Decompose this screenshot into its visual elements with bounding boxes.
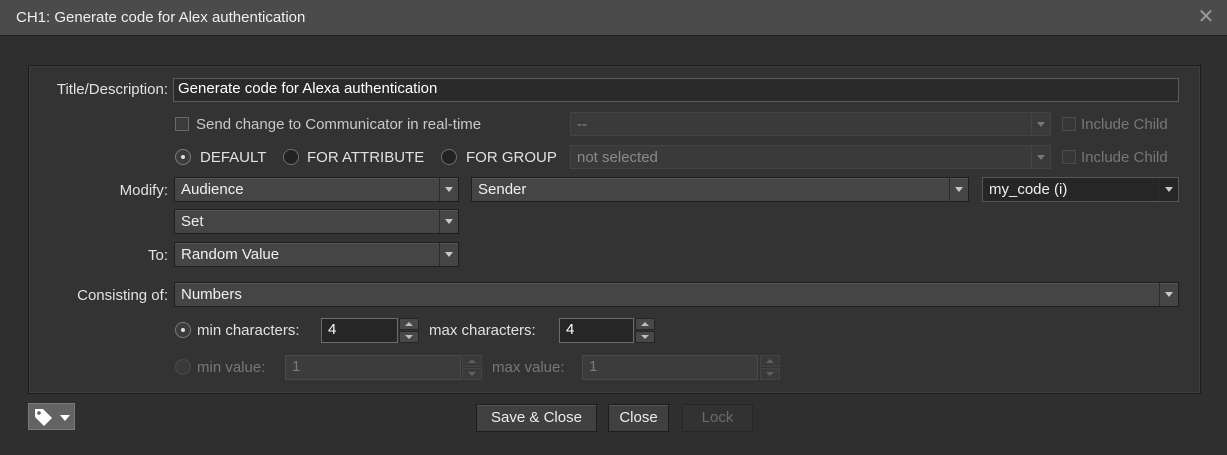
radio-min-characters[interactable] [175,322,191,338]
to-label: To: [147,247,168,264]
max-value-label: max value: [492,359,565,376]
close-icon[interactable]: ✕ [1196,6,1216,28]
chevron-down-icon [439,178,458,201]
include-child-checkbox-1 [1062,117,1076,131]
modify-target-value: Audience [181,181,244,198]
tag-icon [35,409,52,426]
title-input[interactable]: Generate code for Alexa authentication [173,78,1179,102]
max-value-stepper [760,355,780,381]
modify-source-value: Sender [478,181,527,198]
window-title: CH1: Generate code for Alex authenticati… [16,9,306,26]
min-characters-input[interactable]: 4 [321,318,398,343]
min-value-input: 1 [285,355,461,380]
include-child-label-2: Include Child [1081,149,1168,166]
min-value-stepper [462,355,482,381]
group-select: not selected [570,145,1051,169]
chevron-down-icon [1031,113,1050,135]
chevron-down-icon [439,210,458,233]
max-characters-input[interactable]: 4 [559,318,634,343]
chevron-up-icon[interactable] [399,318,419,330]
consisting-select[interactable]: Numbers [174,282,1179,307]
chevron-down-icon [949,178,968,201]
chevron-down-icon [1159,178,1178,201]
chevron-up-icon[interactable] [635,318,655,330]
radio-for-attribute-label: FOR ATTRIBUTE [307,149,425,166]
max-characters-stepper[interactable] [635,318,655,344]
tag-menu-button[interactable] [28,403,75,430]
consisting-label: Consisting of: [77,287,168,304]
send-change-label: Send change to Communicator in real-time [196,116,482,133]
chevron-down-icon [439,243,458,266]
send-change-checkbox[interactable] [175,117,189,131]
title-label: Title/Description: [56,81,168,98]
group-select-value: not selected [577,149,658,166]
modify-target-select[interactable]: Audience [174,177,459,202]
include-child-checkbox-2 [1062,150,1076,164]
radio-for-group[interactable] [441,149,457,165]
chevron-down-icon[interactable] [635,331,655,343]
operation-value: Set [181,213,204,230]
title-bar: CH1: Generate code for Alex authenticati… [0,0,1227,36]
chevron-down-icon[interactable] [399,331,419,343]
min-characters-stepper[interactable] [399,318,419,344]
radio-default-label: DEFAULT [200,149,267,166]
lock-button: Lock [682,404,753,432]
modify-field-select[interactable]: my_code (i) [982,177,1179,202]
chevron-down-icon [760,368,780,380]
include-child-label-1: Include Child [1081,116,1168,133]
modify-label: Modify: [119,182,168,199]
radio-for-group-label: FOR GROUP [466,149,557,166]
radio-default[interactable] [175,149,191,165]
modify-source-select[interactable]: Sender [471,177,969,202]
chevron-up-icon [462,355,482,367]
close-button[interactable]: Close [608,404,669,432]
chevron-down-icon [462,368,482,380]
chevron-down-icon [1031,146,1050,168]
communicator-select: -- [570,112,1051,136]
to-select[interactable]: Random Value [174,242,459,267]
chevron-up-icon [760,355,780,367]
max-value-input: 1 [582,355,758,380]
communicator-select-value: -- [577,116,587,133]
to-value: Random Value [181,246,280,263]
radio-for-attribute[interactable] [283,149,299,165]
modify-field-value: my_code (i) [989,181,1068,198]
radio-min-value [175,359,191,375]
operation-select[interactable]: Set [174,209,459,234]
consisting-value: Numbers [181,286,242,303]
caret-down-icon [60,415,70,421]
save-close-button[interactable]: Save & Close [476,404,597,432]
chevron-down-icon [1159,283,1178,306]
max-characters-label: max characters: [429,322,536,339]
min-value-label: min value: [197,359,266,376]
min-characters-label: min characters: [197,322,300,339]
